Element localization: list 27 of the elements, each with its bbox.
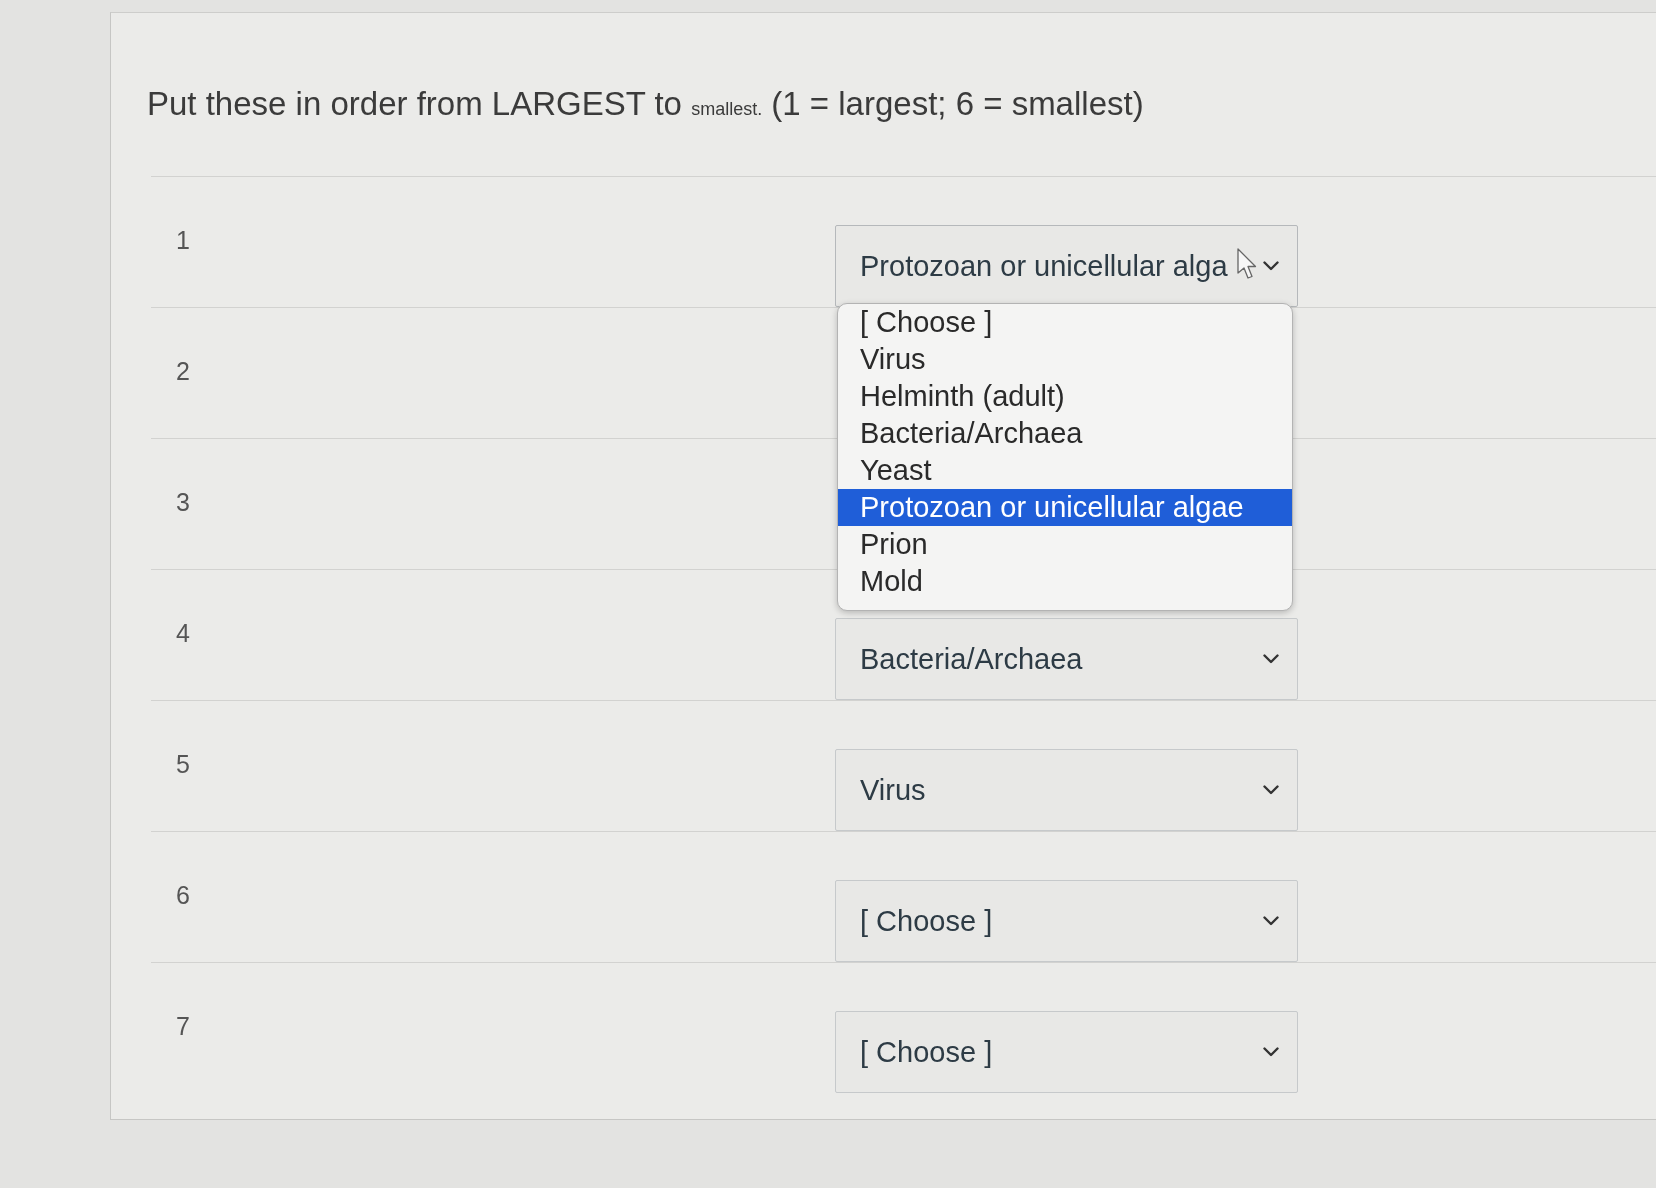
row-number: 5 xyxy=(176,749,190,779)
dropdown-option[interactable]: [ Choose ] xyxy=(838,304,1292,341)
row-number: 4 xyxy=(176,618,190,648)
dropdown-option[interactable]: Yeast xyxy=(838,452,1292,489)
mouse-pointer-icon xyxy=(1237,248,1257,280)
row-number: 2 xyxy=(176,356,190,386)
answer-select[interactable]: [ Choose ] xyxy=(835,880,1298,962)
chevron-down-icon xyxy=(1263,916,1279,926)
row-number: 3 xyxy=(176,487,190,517)
question-text: Put these in order from LARGEST to smallest. (1 = largest; 6 = smallest) xyxy=(146,84,1145,124)
row-number: 1 xyxy=(176,225,190,255)
answer-select[interactable]: [ Choose ] xyxy=(835,1011,1298,1093)
dropdown-option[interactable]: Helminth (adult) xyxy=(838,378,1292,415)
row-number: 7 xyxy=(176,1011,190,1041)
chevron-down-icon xyxy=(1263,654,1279,664)
dropdown-option[interactable]: Bacteria/Archaea xyxy=(838,415,1292,452)
chevron-down-icon xyxy=(1263,785,1279,795)
dropdown-option[interactable]: Mold xyxy=(838,563,1292,600)
row-number: 6 xyxy=(176,880,190,910)
dropdown-option[interactable]: Prion xyxy=(838,526,1292,563)
dropdown-option[interactable]: Protozoan or unicellular algae xyxy=(838,489,1292,526)
dropdown-option[interactable]: Virus xyxy=(838,341,1292,378)
answer-select[interactable]: Virus xyxy=(835,749,1298,831)
answer-select[interactable]: Bacteria/Archaea xyxy=(835,618,1298,700)
answer-select[interactable]: Protozoan or unicellular alga xyxy=(835,225,1298,307)
chevron-down-icon xyxy=(1263,1047,1279,1057)
chevron-down-icon xyxy=(1263,261,1279,271)
